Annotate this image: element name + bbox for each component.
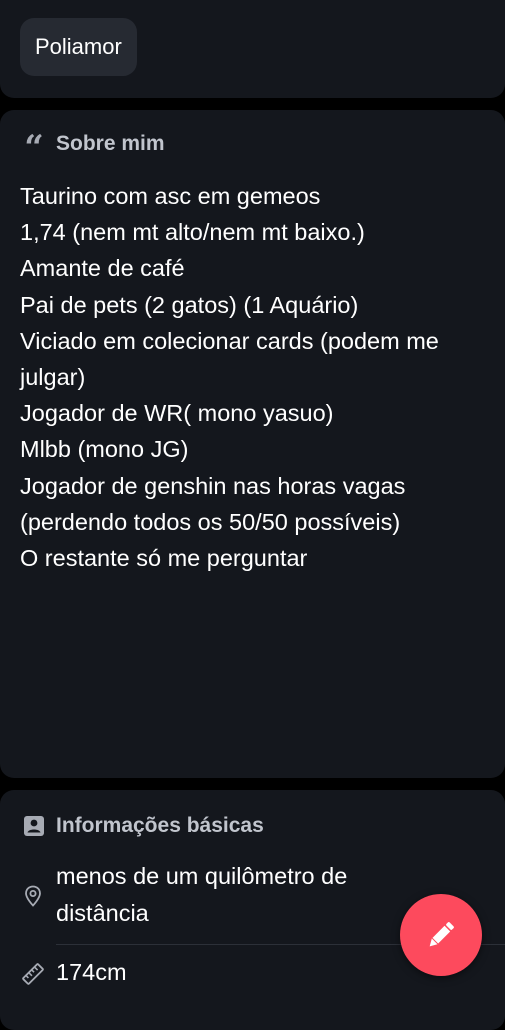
basic-info-title: Informações básicas [56,814,264,837]
bio-line: Jogador de WR( mono yasuo) [20,400,334,427]
bio-line: Jogador de genshin nas horas vagas (perd… [20,472,406,535]
relationship-type-chip: Poliamor [20,18,137,76]
about-me-header: “ Sobre mim [22,128,165,168]
ruler-icon [21,962,45,986]
bio-line: Viciado em colecionar cards (podem me ju… [20,327,439,391]
bio-line: Taurino com asc em gemeos [20,183,321,209]
about-me-card: “ Sobre mim Taurino com asc em gemeos 1,… [0,110,505,778]
bio-line: 1,74 (nem mt alto/nem mt baixo.) [20,219,365,246]
height-text: 174cm [56,959,127,985]
about-me-title: Sobre mim [56,132,165,155]
distance-text: menos de um quilômetro de distância [56,863,348,926]
basic-info-header: Informações básicas [22,814,264,838]
bio-line: O restante só me perguntar [20,545,308,572]
edit-profile-button[interactable] [400,894,482,976]
id-card-icon [22,814,46,838]
edit-pencil-icon [429,922,454,947]
bio-line: Mlbb (mono JG) [20,436,189,463]
bio-line: Pai de pets (2 gatos) (1 Aquário) [20,291,359,318]
location-pin-icon [21,884,45,908]
bio-line: Amante de café [20,255,185,282]
bio-text: Taurino com asc em gemeos 1,74 (nem mt a… [20,178,490,576]
relationship-card: Poliamor [0,0,505,98]
quote-icon: “ [24,128,44,168]
